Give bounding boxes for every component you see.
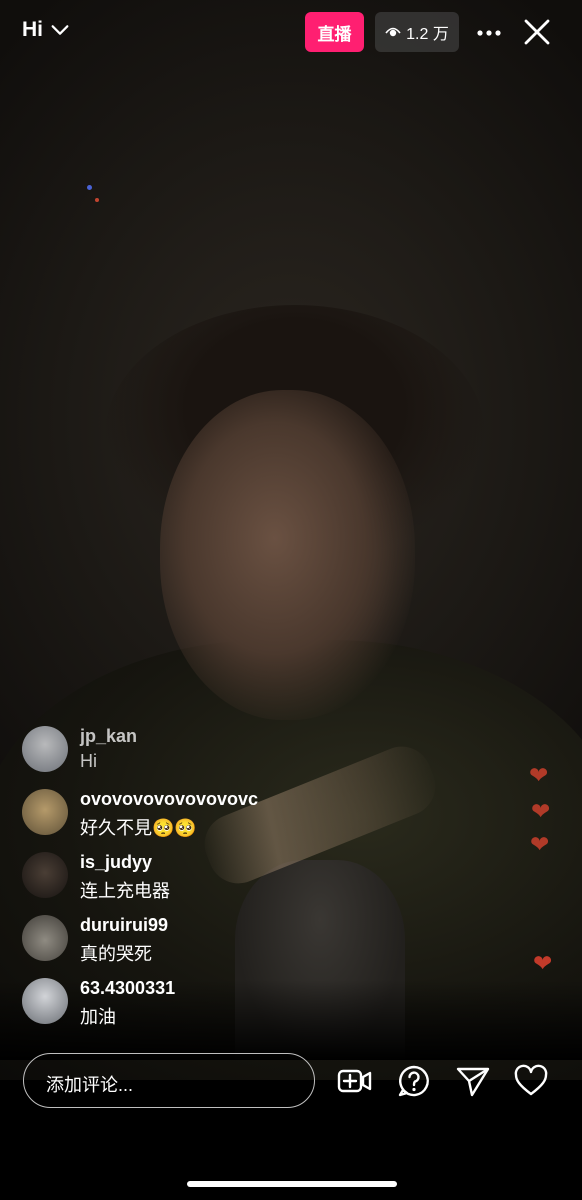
comment-text: Hi	[80, 751, 97, 771]
avatar[interactable]	[22, 726, 68, 772]
viewer-count: 1.2 万	[406, 26, 449, 43]
comment-username[interactable]: ovovovovovovovovc	[80, 789, 258, 810]
light-dot-red	[95, 198, 99, 202]
stream-title: Hi	[22, 18, 43, 41]
comment-username[interactable]: jp_kan	[80, 726, 137, 747]
floating-heart-icon: ❤	[530, 831, 550, 857]
chevron-down-icon	[51, 25, 69, 35]
question-icon[interactable]	[397, 1064, 433, 1098]
floating-heart-icon: ❤	[529, 762, 549, 788]
comment-text: 连上充电器	[80, 881, 170, 901]
comment-text: 真的哭死	[80, 944, 152, 964]
video-face	[160, 390, 415, 720]
avatar[interactable]	[22, 852, 68, 898]
comment-text: 加油	[80, 1007, 116, 1027]
top-bar: Hi 直播 1.2 万	[0, 12, 582, 54]
floating-heart-icon: ❤	[533, 950, 553, 976]
comment-input-placeholder: 添加评论...	[46, 1075, 134, 1095]
floating-heart-icon: ❤	[531, 798, 551, 824]
close-icon[interactable]	[520, 15, 554, 49]
heart-icon[interactable]	[513, 1064, 549, 1098]
more-icon	[477, 30, 501, 36]
avatar[interactable]	[22, 915, 68, 961]
light-dot-blue	[87, 185, 92, 190]
comment-item: ovovovovovovovovc 好久不見🥺🥺	[22, 785, 322, 848]
eye-icon	[385, 27, 401, 37]
avatar[interactable]	[22, 978, 68, 1024]
comment-item: duruirui99 真的哭死	[22, 911, 322, 974]
comment-username[interactable]: is_judyy	[80, 852, 152, 873]
comment-text: 好久不見🥺🥺	[80, 818, 197, 838]
comment-item: jp_kan Hi	[22, 722, 322, 785]
stream-title-dropdown[interactable]: Hi	[22, 18, 71, 42]
add-video-icon[interactable]	[337, 1064, 373, 1098]
comment-input[interactable]: 添加评论...	[23, 1053, 315, 1108]
live-label: 直播	[317, 24, 352, 44]
comment-item: 63.4300331 加油	[22, 974, 322, 1037]
comment-username[interactable]: duruirui99	[80, 915, 168, 936]
avatar[interactable]	[22, 789, 68, 835]
viewer-count-badge[interactable]: 1.2 万	[375, 12, 459, 52]
comment-item: is_judyy 连上充电器	[22, 848, 322, 911]
comment-username[interactable]: 63.4300331	[80, 978, 175, 999]
live-stream-screen: Hi 直播 1.2 万 jp_kan Hi ovovovovovovovovc …	[0, 0, 582, 1200]
send-icon[interactable]	[455, 1064, 491, 1098]
comments-feed[interactable]: jp_kan Hi ovovovovovovovovc 好久不見🥺🥺 is_ju…	[22, 722, 322, 1037]
more-options-button[interactable]	[474, 20, 504, 46]
home-indicator[interactable]	[187, 1181, 397, 1187]
live-badge: 直播	[305, 12, 364, 52]
